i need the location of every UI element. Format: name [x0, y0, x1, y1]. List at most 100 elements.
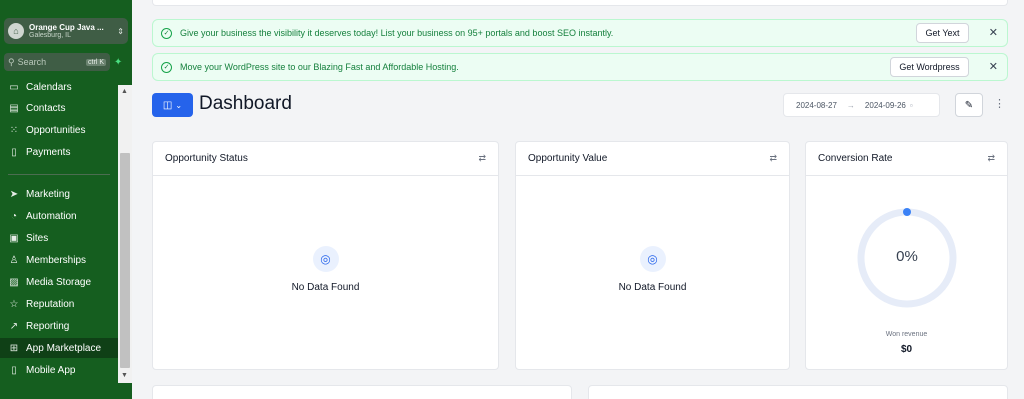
- trend-icon: ↗: [9, 320, 19, 332]
- card-header: Conversion Rate ⇄: [806, 142, 1007, 176]
- search-input[interactable]: ⚲ Search ctrl K: [4, 53, 110, 71]
- filter-icon[interactable]: ⇄: [478, 153, 486, 164]
- empty-state-label: No Data Found: [618, 282, 687, 293]
- card-header: Opportunity Status ⇄: [153, 142, 498, 176]
- card-title: Conversion Rate: [818, 153, 893, 164]
- sidebar-item-sites[interactable]: ▣ Sites: [0, 228, 118, 248]
- banner-text: Give your business the visibility it des…: [180, 28, 614, 38]
- ring-progress-dot: [903, 208, 911, 216]
- scroll-down-arrow-icon[interactable]: ▼: [121, 372, 128, 379]
- sidebar-item-payments[interactable]: ▯ Payments: [0, 142, 118, 162]
- date-end: 2024-09-26: [864, 100, 906, 110]
- sidebar-item-opportunities[interactable]: ⁙ Opportunities: [0, 120, 118, 140]
- filter-icon[interactable]: ⇄: [987, 153, 995, 164]
- location-text: Orange Cup Java ... Galesburg, IL: [29, 23, 117, 39]
- card-header: Opportunity Value ⇄: [516, 142, 789, 176]
- sidebar-item-label: Mobile App: [26, 364, 76, 376]
- sidebar-item-reporting[interactable]: ↗ Reporting: [0, 316, 118, 336]
- card-title: Opportunity Value: [528, 153, 608, 164]
- won-revenue-label: Won revenue: [885, 331, 928, 338]
- search-placeholder: Search: [17, 57, 47, 67]
- opportunity-status-card: Opportunity Status ⇄ ◎ No Data Found: [152, 141, 499, 370]
- sidebar-item-marketing[interactable]: ➤ Marketing: [0, 184, 118, 204]
- sidebar-item-app-marketplace[interactable]: ⊞ App Marketplace: [0, 338, 118, 358]
- media-icon: ▨: [9, 276, 19, 288]
- conversion-rate-card: Conversion Rate ⇄ 0% Won revenue $0: [805, 141, 1008, 370]
- edit-dashboard-button[interactable]: ✎: [955, 93, 983, 117]
- sites-icon: ▣: [9, 232, 19, 244]
- sidebar-item-mobile-app[interactable]: ▯ Mobile App: [0, 360, 118, 380]
- opportunity-value-card: Opportunity Value ⇄ ◎ No Data Found: [515, 141, 790, 370]
- sidebar-item-calendars[interactable]: ▭ Calendars: [0, 80, 118, 97]
- sidebar-item-label: Memberships: [26, 254, 87, 266]
- sidebar-item-label: Calendars: [26, 81, 72, 93]
- star-icon: ☆: [9, 298, 19, 310]
- chevron-down-icon: ⌄: [175, 100, 183, 110]
- payments-icon: ▯: [11, 146, 17, 158]
- get-yext-button[interactable]: Get Yext: [916, 23, 969, 43]
- wordpress-banner: ✓ Move your WordPress site to our Blazin…: [152, 53, 1008, 81]
- top-card-edge: [152, 0, 1008, 6]
- calendar-icon: ▭: [9, 81, 19, 93]
- date-range-picker[interactable]: 2024-08-27 → 2024-09-26 ▫: [783, 93, 940, 117]
- sidebar-item-automation[interactable]: ◔ Automation: [0, 206, 118, 226]
- location-name: Orange Cup Java ...: [29, 23, 104, 32]
- date-start: 2024-08-27: [796, 100, 837, 110]
- sidebar-item-label: Automation: [26, 210, 77, 222]
- opportunities-icon: ⁙: [9, 124, 19, 136]
- location-avatar-icon: ⌂: [8, 23, 24, 39]
- sidebar-item-label: Reputation: [26, 298, 75, 310]
- location-switcher[interactable]: ⌂ Orange Cup Java ... Galesburg, IL ⇕: [4, 18, 128, 44]
- calendar-icon: ▫: [909, 100, 913, 110]
- search-icon: ◎: [639, 246, 666, 272]
- sidebar-item-reputation[interactable]: ☆ Reputation: [0, 294, 118, 314]
- close-icon[interactable]: ✕: [989, 60, 998, 73]
- sidebar-item-label: Media Storage: [26, 276, 92, 288]
- chevron-updown-icon: ⇕: [117, 26, 124, 36]
- check-circle-icon: ✓: [161, 27, 172, 39]
- sidebar-item-contacts[interactable]: ▤ Contacts: [0, 98, 118, 118]
- pencil-icon: ✎: [964, 99, 974, 111]
- check-circle-icon: ✓: [161, 61, 172, 73]
- automation-icon: ◔: [10, 210, 18, 222]
- bottom-card-left: [152, 385, 572, 399]
- sidebar-item-media-storage[interactable]: ▨ Media Storage: [0, 272, 118, 292]
- close-icon[interactable]: ✕: [989, 26, 998, 39]
- conversion-percent: 0%: [896, 248, 918, 265]
- yext-banner: ✓ Give your business the visibility it d…: [152, 19, 1008, 47]
- empty-state: ◎ No Data Found: [516, 246, 789, 293]
- layout-icon: ◫: [162, 99, 173, 111]
- get-wordpress-button[interactable]: Get Wordpress: [890, 57, 969, 77]
- card-title: Opportunity Status: [165, 153, 248, 164]
- sidebar-nav: ▭ Calendars ▤ Contacts ⁙ Opportunities ▯ Pay…: [0, 80, 118, 390]
- won-revenue-value: $0: [900, 344, 913, 355]
- search-shortcut-badge: ctrl K: [86, 58, 106, 66]
- sidebar: ⌂ Orange Cup Java ... Galesburg, IL ⇕ ⚲ …: [0, 0, 132, 399]
- sidebar-item-memberships[interactable]: ♙ Memberships: [0, 250, 118, 270]
- sidebar-divider: [8, 174, 110, 175]
- more-options-icon[interactable]: ⋮: [994, 97, 1005, 110]
- memberships-icon: ♙: [9, 254, 19, 266]
- grid-icon: ⊞: [9, 342, 19, 354]
- location-subtitle: Galesburg, IL: [29, 32, 72, 39]
- sparkle-icon[interactable]: ✦: [114, 57, 122, 68]
- sidebar-item-label: App Marketplace: [26, 342, 102, 354]
- send-icon: ➤: [9, 188, 19, 200]
- scroll-up-arrow-icon[interactable]: ▲: [121, 88, 128, 95]
- arrow-right-icon: →: [846, 100, 855, 110]
- empty-state: ◎ No Data Found: [153, 246, 498, 293]
- page-title: Dashboard: [199, 93, 292, 114]
- search-icon: ◎: [312, 246, 339, 272]
- dashboard-switcher-button[interactable]: ◫ ⌄: [152, 93, 193, 117]
- search-icon: ⚲: [8, 56, 15, 67]
- empty-state-label: No Data Found: [291, 282, 360, 293]
- bottom-card-right: [588, 385, 1008, 399]
- filter-icon[interactable]: ⇄: [769, 153, 777, 164]
- sidebar-scrollbar-thumb[interactable]: [120, 153, 130, 368]
- sidebar-item-label: Reporting: [26, 320, 70, 332]
- sidebar-item-label: Marketing: [26, 188, 70, 200]
- banner-text: Move your WordPress site to our Blazing …: [180, 62, 459, 72]
- sidebar-item-label: Opportunities: [26, 124, 86, 136]
- sidebar-item-label: Contacts: [26, 102, 66, 114]
- contacts-icon: ▤: [9, 102, 19, 114]
